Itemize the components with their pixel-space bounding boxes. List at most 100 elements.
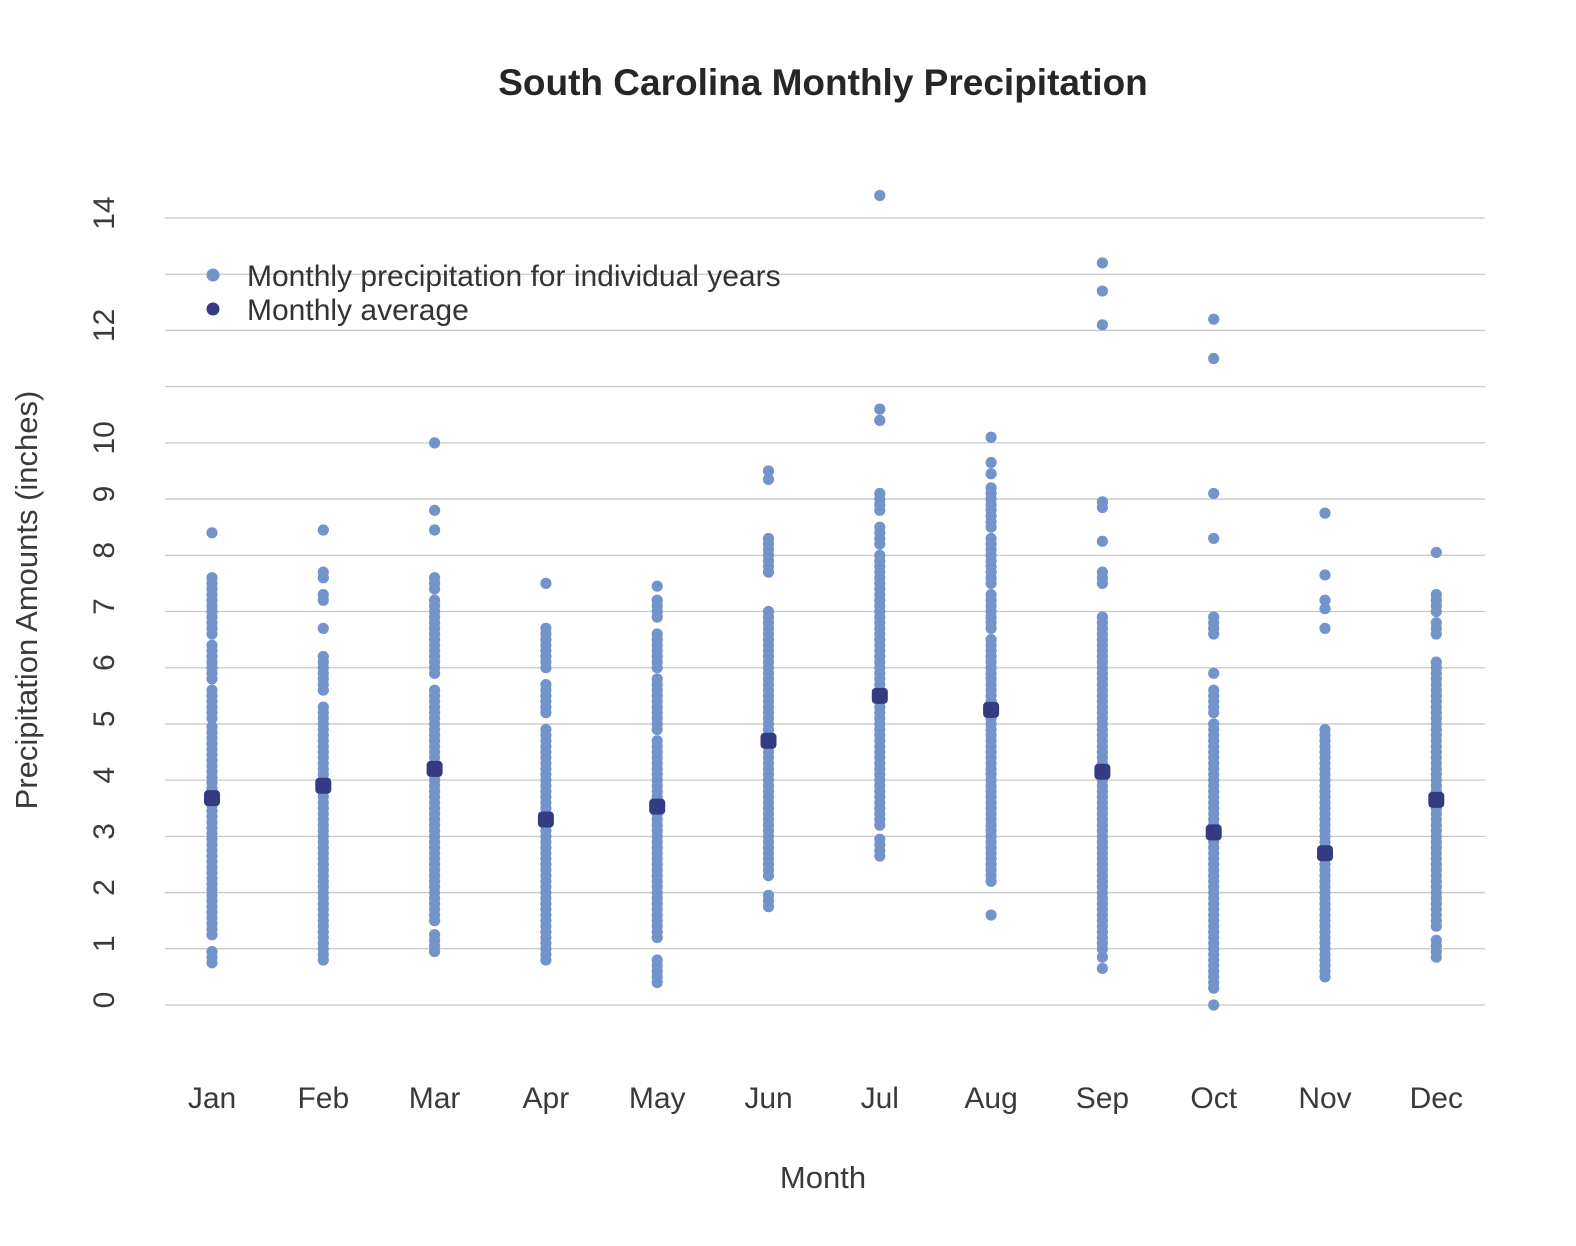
average-marker [537,811,554,828]
data-point [651,580,663,592]
y-tick-label: 14 [88,196,121,229]
data-point [874,403,886,415]
data-point [1208,684,1220,696]
data-point [874,414,886,426]
data-point [1208,999,1220,1011]
data-point [651,594,663,606]
data-point [1096,611,1108,623]
data-point [429,524,441,536]
data-point [1208,718,1220,730]
data-point [317,701,329,713]
data-point [429,684,441,696]
average-marker [204,790,220,807]
data-point [1319,594,1331,606]
x-tick-label: Jan [188,1082,236,1115]
data-point [317,622,329,634]
average-marker [315,777,332,794]
data-point [1430,617,1442,629]
y-axis-ticks: 0123456789101214 [88,196,121,1008]
y-tick-label: 2 [88,879,121,896]
data-point [206,945,218,958]
data-point [1319,622,1331,634]
data-point [1430,934,1442,946]
data-point [1430,656,1442,668]
y-tick-label: 8 [88,542,121,559]
average-markers [204,687,1445,862]
average-marker [649,798,666,815]
average-marker [426,760,443,777]
x-axis-label: Month [780,1160,866,1195]
data-point [206,684,218,696]
data-point [1096,566,1108,578]
x-tick-label: Jun [744,1082,792,1115]
data-point [540,622,552,634]
data-point [1096,285,1108,297]
data-point [1096,319,1108,331]
data-point [1208,487,1220,500]
data-point [985,456,997,469]
data-point [1208,532,1220,545]
data-point [317,524,329,536]
x-tick-label: Feb [297,1082,349,1115]
legend-label-individual: Monthly precipitation for individual yea… [247,260,781,293]
data-point [985,634,997,646]
data-point [1319,507,1331,519]
y-axis-label: Precipitation Amounts (inches) [9,391,44,810]
data-point [1319,723,1331,736]
data-point [1208,313,1220,325]
legend-marker-average [206,302,220,316]
y-tick-label: 10 [88,421,121,454]
average-marker [760,732,777,749]
average-marker [1428,791,1445,808]
data-point [429,594,441,606]
data-point [1208,667,1220,679]
x-axis-ticks: Jan Feb Mar Apr May Jun Jul Aug Sep Oct Nov Dec [188,1082,1463,1115]
x-tick-label: Mar [409,1082,461,1115]
data-point [429,572,441,584]
data-point [1430,546,1442,559]
data-point [985,482,997,494]
legend-marker-individual [206,268,220,282]
data-point [206,572,218,584]
data-point [874,487,886,500]
data-point [874,549,886,561]
data-point [1208,611,1220,623]
data-point [206,527,218,539]
data-point [762,465,775,477]
y-tick-label: 5 [88,711,121,728]
average-marker [1094,763,1111,780]
data-point [1096,257,1108,269]
data-point [317,589,329,601]
y-tick-label: 4 [88,767,121,784]
y-tick-label: 0 [88,992,121,1009]
y-tick-label: 9 [88,486,121,503]
data-point [1096,496,1108,508]
x-tick-label: May [629,1082,686,1115]
data-point [317,566,329,578]
precipitation-chart: South Carolina Monthly Precipitation 012… [9,62,1485,1195]
data-point [651,735,663,747]
data-point [985,909,997,921]
average-marker [871,687,888,704]
data-point [540,577,552,589]
x-tick-label: Apr [523,1082,570,1115]
x-tick-label: Jul [861,1082,899,1115]
y-tick-label: 1 [88,935,121,952]
data-point [985,532,997,545]
data-point [1096,535,1108,547]
data-point [540,723,552,736]
data-point [762,889,775,901]
x-tick-label: Nov [1298,1082,1351,1115]
data-point [985,468,997,480]
data-point [429,929,441,941]
data-point [874,521,886,533]
data-point [874,833,886,845]
data-point [429,504,441,516]
data-point [651,628,663,640]
legend: Monthly precipitation for individual yea… [206,260,781,327]
data-point [1319,569,1331,581]
data-point [762,605,775,618]
data-point [874,189,886,202]
gridlines [165,217,1485,1006]
data-point [762,532,775,545]
